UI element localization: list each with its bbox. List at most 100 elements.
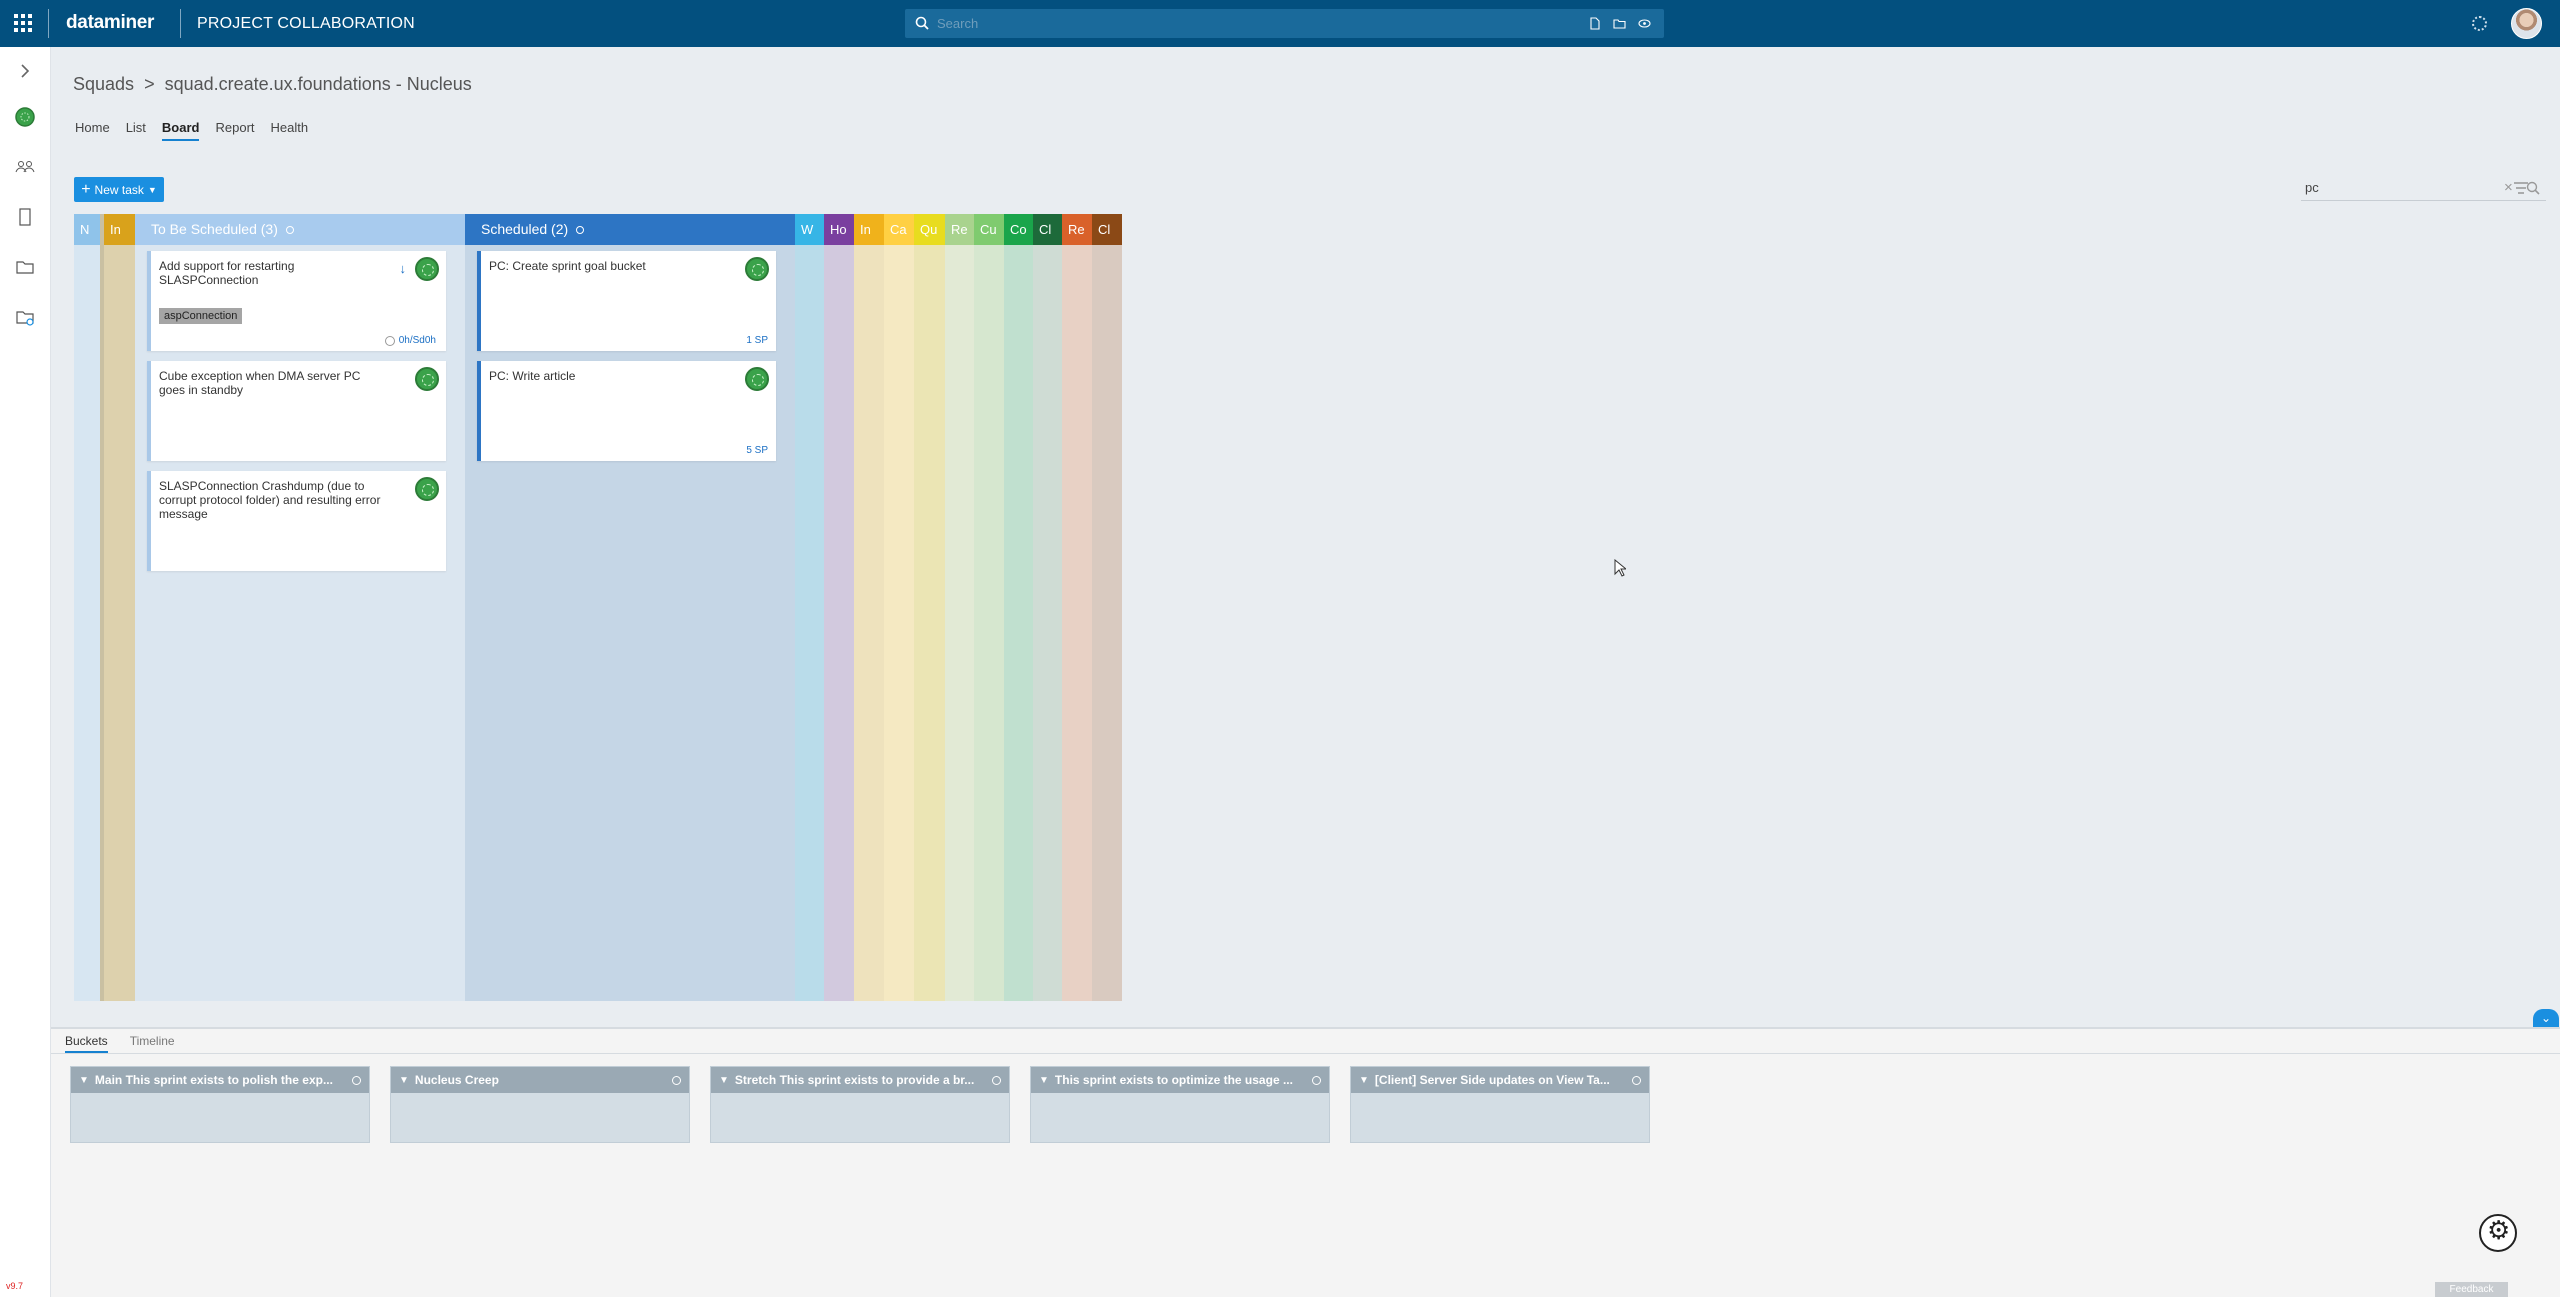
bucket-header[interactable]: ▼ Stretch This sprint exists to provide a… bbox=[711, 1067, 1009, 1093]
column-collapsed[interactable]: Ca bbox=[884, 214, 914, 1001]
column-header[interactable]: Cl bbox=[1033, 214, 1062, 245]
column-header[interactable]: Ca bbox=[884, 214, 914, 245]
filter-input[interactable] bbox=[2305, 180, 2455, 195]
tab-list[interactable]: List bbox=[126, 120, 146, 141]
tab-board[interactable]: Board bbox=[161, 120, 200, 141]
column-title: To Be Scheduled (3) bbox=[151, 221, 278, 237]
tab-buckets[interactable]: Buckets bbox=[65, 1034, 108, 1053]
chevron-down-icon[interactable]: ⌄ bbox=[2533, 1009, 2559, 1027]
column-collapsed[interactable]: In bbox=[100, 214, 135, 1001]
squad-avatar-icon bbox=[415, 257, 439, 281]
tab-health[interactable]: Health bbox=[271, 120, 309, 141]
folder-sync-icon[interactable] bbox=[15, 307, 35, 327]
bucket[interactable]: ▼ This sprint exists to optimize the usag… bbox=[1030, 1066, 1330, 1143]
info-icon[interactable] bbox=[352, 1075, 361, 1085]
search-input[interactable] bbox=[937, 13, 1477, 34]
column-header[interactable]: In bbox=[104, 214, 135, 245]
story-points: 1 SP bbox=[746, 335, 768, 346]
column-header[interactable]: Ho bbox=[824, 214, 854, 245]
funnel-icon[interactable]: ▼ bbox=[79, 1075, 89, 1086]
info-icon[interactable] bbox=[285, 225, 294, 234]
bucket-title: Main This sprint exists to polish the ex… bbox=[94, 1073, 333, 1087]
tab-report[interactable]: Report bbox=[215, 120, 254, 141]
people-icon[interactable] bbox=[15, 157, 35, 177]
user-avatar[interactable] bbox=[2511, 8, 2542, 39]
bucket-title: [Client] Server Side updates on View Ta.… bbox=[1374, 1073, 1610, 1087]
tab-home[interactable]: Home bbox=[75, 120, 110, 141]
squad-avatar-icon[interactable] bbox=[15, 107, 35, 127]
settings-gear-icon[interactable] bbox=[2479, 1214, 2517, 1252]
bucket[interactable]: ▼ Stretch This sprint exists to provide a… bbox=[710, 1066, 1010, 1143]
column-header[interactable]: Qu bbox=[914, 214, 945, 245]
task-card[interactable]: SLASPConnection Crashdump (due to corrup… bbox=[147, 471, 446, 571]
column-collapsed[interactable]: Qu bbox=[914, 214, 945, 1001]
feedback-button[interactable]: Feedback bbox=[2435, 1282, 2508, 1297]
bucket-header[interactable]: ▼ [Client] Server Side updates on View Ta… bbox=[1351, 1067, 1649, 1093]
kanban-board: N In To Be Scheduled (3) Add support for… bbox=[74, 214, 1122, 1001]
column-header[interactable]: W bbox=[795, 214, 824, 245]
view-filter-icon[interactable] bbox=[1638, 17, 1651, 30]
global-search[interactable] bbox=[905, 9, 1664, 38]
column-collapsed[interactable]: Co bbox=[1004, 214, 1033, 1001]
column-collapsed[interactable]: Cl bbox=[1033, 214, 1062, 1001]
column-header[interactable]: Cl bbox=[1092, 214, 1122, 245]
dataminer-logo[interactable]: dataminer bbox=[66, 12, 154, 34]
folder-filter-icon[interactable] bbox=[1613, 17, 1626, 30]
column-header[interactable]: Re bbox=[1062, 214, 1092, 245]
bucket[interactable]: ▼ Nucleus Creep bbox=[390, 1066, 690, 1143]
document-filter-icon[interactable] bbox=[1588, 17, 1601, 30]
funnel-icon[interactable]: ▼ bbox=[1359, 1075, 1369, 1086]
bucket[interactable]: ▼ Main This sprint exists to polish the e… bbox=[70, 1066, 370, 1143]
column-collapsed[interactable]: Ho bbox=[824, 214, 854, 1001]
squad-avatar-icon bbox=[745, 367, 769, 391]
document-icon[interactable] bbox=[15, 207, 35, 227]
search-icon bbox=[915, 16, 929, 30]
column-header[interactable]: Re bbox=[945, 214, 974, 245]
info-icon[interactable] bbox=[992, 1075, 1001, 1085]
funnel-icon[interactable]: ▼ bbox=[399, 1075, 409, 1086]
column-collapsed[interactable]: Re bbox=[1062, 214, 1092, 1001]
breadcrumb-root[interactable]: Squads bbox=[73, 74, 134, 94]
new-task-button[interactable]: + New task ▼ bbox=[74, 177, 164, 202]
column-header[interactable]: Cu bbox=[974, 214, 1004, 245]
tab-timeline[interactable]: Timeline bbox=[130, 1034, 175, 1053]
clear-icon[interactable]: × bbox=[2504, 179, 2513, 196]
column-header[interactable]: Scheduled (2) bbox=[465, 214, 795, 245]
info-icon[interactable] bbox=[1632, 1075, 1641, 1085]
folder-icon[interactable] bbox=[15, 257, 35, 277]
column-collapsed[interactable]: Re bbox=[945, 214, 974, 1001]
task-title: Cube exception when DMA server PC goes i… bbox=[159, 369, 361, 397]
column-collapsed[interactable]: Cl bbox=[1092, 214, 1122, 1001]
column-header[interactable]: Co bbox=[1004, 214, 1033, 245]
info-icon[interactable] bbox=[576, 225, 585, 234]
divider bbox=[48, 9, 49, 38]
apps-grid-icon[interactable] bbox=[14, 14, 32, 32]
breadcrumb-separator: > bbox=[144, 74, 155, 94]
bucket-title: Stretch This sprint exists to provide a … bbox=[734, 1073, 975, 1087]
column-header[interactable]: To Be Scheduled (3) bbox=[135, 214, 465, 245]
bucket-header[interactable]: ▼ Main This sprint exists to polish the e… bbox=[71, 1067, 369, 1093]
funnel-icon[interactable]: ▼ bbox=[719, 1075, 729, 1086]
task-card[interactable]: PC: Write article 5 SP bbox=[477, 361, 776, 461]
column-header[interactable]: N bbox=[74, 214, 100, 245]
chevron-right-icon[interactable] bbox=[15, 61, 35, 81]
info-icon[interactable] bbox=[1312, 1075, 1321, 1085]
task-card[interactable]: Cube exception when DMA server PC goes i… bbox=[147, 361, 446, 461]
column-body bbox=[74, 245, 100, 1001]
task-card[interactable]: Add support for restarting SLASPConnecti… bbox=[147, 251, 446, 351]
bucket-header[interactable]: ▼ This sprint exists to optimize the usag… bbox=[1031, 1067, 1329, 1093]
task-card[interactable]: PC: Create sprint goal bucket 1 SP bbox=[477, 251, 776, 351]
funnel-icon[interactable]: ▼ bbox=[1039, 1075, 1049, 1086]
bucket-header[interactable]: ▼ Nucleus Creep bbox=[391, 1067, 689, 1093]
column-header[interactable]: In bbox=[854, 214, 884, 245]
board-filter[interactable]: × bbox=[2301, 177, 2546, 201]
column-collapsed[interactable]: In bbox=[854, 214, 884, 1001]
column-collapsed[interactable]: N bbox=[74, 214, 100, 1001]
breadcrumb-current: squad.create.ux.foundations - Nucleus bbox=[164, 74, 472, 94]
bucket[interactable]: ▼ [Client] Server Side updates on View Ta… bbox=[1350, 1066, 1650, 1143]
mouse-cursor-icon bbox=[1614, 559, 1626, 577]
column-collapsed[interactable]: W bbox=[795, 214, 824, 1001]
info-icon[interactable] bbox=[672, 1075, 681, 1085]
column-collapsed[interactable]: Cu bbox=[974, 214, 1004, 1001]
filter-menu-icon[interactable] bbox=[2513, 181, 2529, 195]
